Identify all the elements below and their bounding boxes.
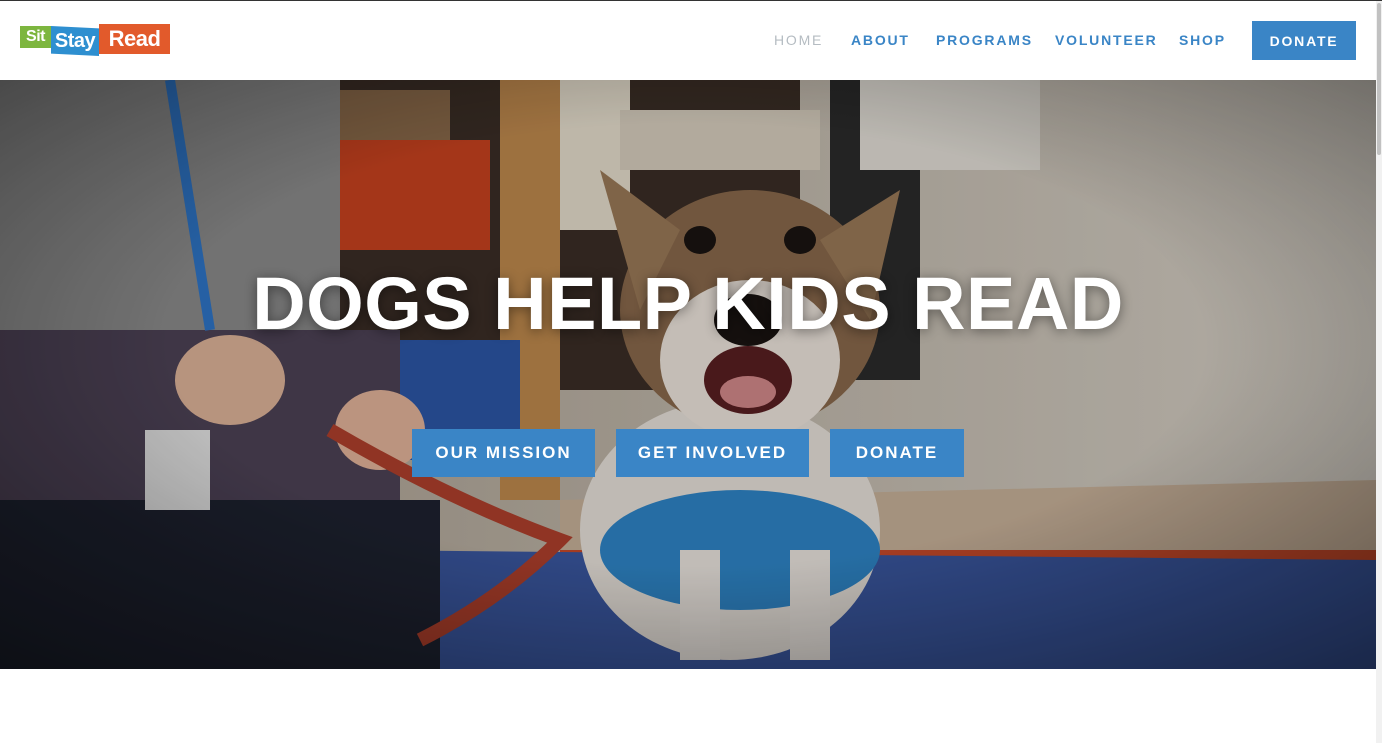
page-scrollbar[interactable] — [1376, 1, 1382, 743]
our-mission-button[interactable]: OUR MISSION — [412, 429, 595, 477]
hero-section: DOGS HELP KIDS READ OUR MISSION GET INVO… — [0, 80, 1376, 669]
nav-shop[interactable]: SHOP — [1179, 33, 1226, 47]
get-involved-button[interactable]: GET INVOLVED — [616, 429, 809, 477]
hero-background-image — [0, 80, 1376, 669]
hero-donate-button[interactable]: DONATE — [830, 429, 964, 477]
scrollbar-thumb[interactable] — [1377, 3, 1381, 155]
nav-about[interactable]: ABOUT — [851, 33, 910, 47]
nav-volunteer[interactable]: VOLUNTEER — [1055, 33, 1158, 47]
nav-programs[interactable]: PROGRAMS — [936, 33, 1033, 47]
hero-title: DOGS HELP KIDS READ — [252, 262, 1124, 345]
content-below-hero — [0, 669, 1376, 743]
site-header: Sit Stay Read HOME ABOUT PROGRAMS VOLUNT… — [0, 1, 1376, 80]
nav-donate-button[interactable]: DONATE — [1252, 21, 1356, 60]
nav-home[interactable]: HOME — [774, 33, 823, 47]
main-nav: HOME ABOUT PROGRAMS VOLUNTEER SHOP DONAT… — [0, 1, 1376, 80]
